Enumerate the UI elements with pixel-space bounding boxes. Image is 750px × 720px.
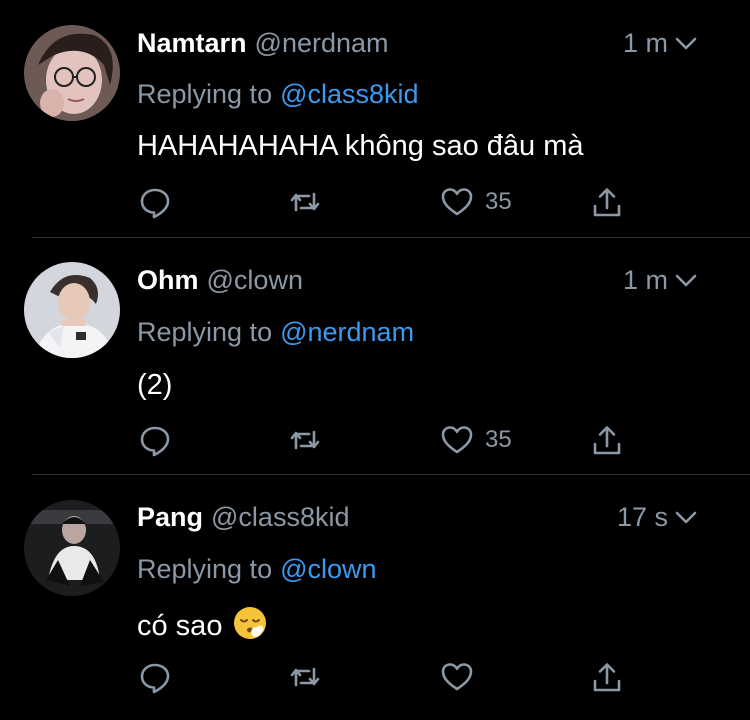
share-button[interactable] [589, 420, 625, 460]
like-button[interactable] [439, 657, 485, 697]
tweet-text: có sao [137, 605, 268, 644]
avatar[interactable] [24, 262, 120, 358]
reply-button[interactable] [137, 182, 173, 222]
retweet-button[interactable] [287, 657, 323, 697]
like-button[interactable]: 35 [439, 182, 512, 222]
mention-link[interactable]: @clown [280, 554, 376, 584]
share-icon [593, 663, 621, 692]
timestamp: 1 m [622, 28, 668, 58]
tweet-meta: 1 m [623, 264, 698, 296]
tweet-header: Namtarn @nerdnam 1 m [137, 27, 726, 59]
replying-label: Replying to [137, 79, 273, 109]
like-icon [441, 188, 473, 216]
retweet-icon [290, 192, 320, 212]
tweet-header: Ohm @clown 1 m [137, 264, 726, 296]
timestamp: 1 m [622, 265, 668, 295]
share-icon [593, 426, 621, 455]
replying-to: Replying to @class8kid [137, 78, 419, 110]
mention-link[interactable]: @nerdnam [280, 317, 414, 347]
share-button[interactable] [589, 657, 625, 697]
chevron-down-icon[interactable] [674, 268, 698, 292]
reply-icon [140, 188, 170, 219]
timestamp: 17 s [616, 502, 668, 532]
replying-to: Replying to @nerdnam [137, 316, 414, 348]
mention-link[interactable]: @class8kid [280, 79, 418, 109]
chevron-down-icon[interactable] [674, 31, 698, 55]
tweet-meta: 1 m [623, 27, 698, 59]
reply-button[interactable] [137, 420, 173, 460]
reply-button[interactable] [137, 657, 173, 697]
like-count: 35 [485, 426, 512, 453]
like-icon [441, 426, 473, 454]
user-handle[interactable]: @class8kid [211, 502, 349, 532]
replying-to: Replying to @clown [137, 553, 377, 585]
like-button[interactable]: 35 [439, 420, 512, 460]
avatar[interactable] [24, 500, 120, 596]
display-name[interactable]: Namtarn [137, 28, 247, 58]
reply-icon [140, 663, 170, 694]
tweet-actions [137, 657, 637, 697]
tweet[interactable]: Namtarn @nerdnam 1 m Replying to @class8ki… [0, 0, 750, 238]
retweet-button[interactable] [287, 182, 323, 222]
chevron-down-icon[interactable] [674, 505, 698, 529]
retweet-icon [290, 667, 320, 687]
retweet-button[interactable] [287, 420, 323, 460]
share-button[interactable] [589, 182, 625, 222]
like-icon [441, 663, 473, 691]
replying-label: Replying to [137, 317, 273, 347]
display-name[interactable]: Ohm [137, 265, 199, 295]
tweet-actions: 35 [137, 420, 637, 460]
tweet-header: Pang @class8kid 17 s [137, 501, 726, 533]
tweet[interactable]: Ohm @clown 1 m Replying to @nerdnam (2) 35 [0, 238, 750, 475]
share-icon [593, 188, 621, 217]
tweet-text-content: có sao [137, 610, 223, 642]
tweet-text: HAHAHAHAHA không sao đâu mà [137, 130, 584, 162]
user-handle[interactable]: @clown [207, 265, 303, 295]
replying-label: Replying to [137, 554, 273, 584]
tweet-meta: 17 s [617, 501, 698, 533]
avatar[interactable] [24, 25, 120, 121]
reply-icon [140, 426, 170, 457]
face-exhaling-emoji [232, 605, 268, 641]
user-handle[interactable]: @nerdnam [255, 28, 389, 58]
tweet[interactable]: Pang @class8kid 17 s Replying to @clown có… [0, 475, 750, 720]
display-name[interactable]: Pang [137, 502, 203, 532]
tweet-actions: 35 [137, 182, 637, 222]
like-count: 35 [485, 188, 512, 215]
tweet-text: (2) [137, 369, 173, 401]
retweet-icon [290, 430, 320, 450]
